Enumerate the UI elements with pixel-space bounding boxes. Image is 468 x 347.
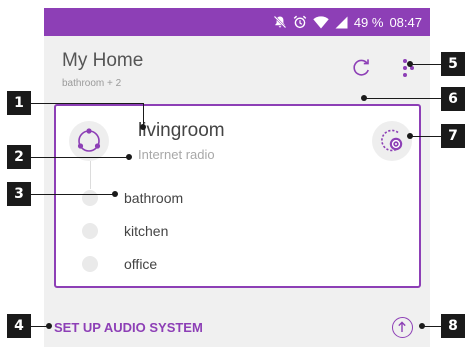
group-icon[interactable] xyxy=(69,121,109,161)
status-bar: 49 % 08:47 xyxy=(44,8,430,36)
callout-2: 2 xyxy=(7,145,31,169)
room-label: kitchen xyxy=(124,223,169,239)
refresh-icon[interactable] xyxy=(349,56,373,80)
notifications-off-icon xyxy=(273,15,287,29)
callout-8: 8 xyxy=(441,314,465,338)
room-dot xyxy=(82,223,98,239)
room-item[interactable]: office xyxy=(82,254,157,274)
callout-3-pin xyxy=(112,191,118,197)
page-title: My Home xyxy=(62,50,144,71)
room-dot xyxy=(82,256,98,272)
alarm-icon xyxy=(293,15,307,29)
source-select-icon[interactable] xyxy=(372,121,412,161)
callout-1-leader xyxy=(31,103,143,104)
cell-signal-icon xyxy=(335,16,348,28)
callout-6-pin xyxy=(361,95,367,101)
callout-7-leader xyxy=(410,136,441,137)
callout-5-leader xyxy=(410,64,441,65)
phone-screen: 49 % 08:47 My Home bathroom + 2 livingro… xyxy=(44,8,430,347)
wifi-icon xyxy=(313,15,329,28)
callout-2-pin xyxy=(126,154,132,160)
callout-8-pin xyxy=(419,323,425,329)
callout-7: 7 xyxy=(441,124,465,148)
callout-4-pin xyxy=(46,323,52,329)
room-label: bathroom xyxy=(124,190,184,206)
arrow-up-glyph xyxy=(398,321,406,332)
annotated-screenshot: 49 % 08:47 My Home bathroom + 2 livingro… xyxy=(0,0,468,347)
group-glyph xyxy=(77,128,101,152)
callout-5: 5 xyxy=(441,52,465,76)
group-source: Internet radio xyxy=(138,147,215,162)
room-item[interactable]: bathroom xyxy=(82,188,183,208)
callout-3-leader xyxy=(31,194,115,195)
callout-4: 4 xyxy=(7,314,31,338)
battery-level: 49 % xyxy=(353,14,384,30)
group-room-name: livingroom xyxy=(138,120,225,141)
callout-5-pin xyxy=(407,61,413,67)
callout-3: 3 xyxy=(7,182,31,206)
callout-2-leader xyxy=(31,157,129,158)
rooms-connector xyxy=(90,161,91,189)
room-label: office xyxy=(124,256,158,272)
group-card[interactable]: livingroom Internet radio bathroom kitch… xyxy=(54,104,421,288)
arrow-up-icon[interactable] xyxy=(392,317,413,338)
clock: 08:47 xyxy=(389,14,422,30)
source-glyph xyxy=(381,129,403,152)
more-vert-icon[interactable] xyxy=(401,56,417,80)
callout-6-leader xyxy=(364,98,441,99)
callout-7-pin xyxy=(407,133,413,139)
callout-1-pin xyxy=(140,124,146,130)
room-dot xyxy=(82,190,98,206)
page-subtitle: bathroom + 2 xyxy=(62,78,122,89)
callout-6: 6 xyxy=(441,87,465,111)
callout-1: 1 xyxy=(7,91,31,115)
room-item[interactable]: kitchen xyxy=(82,221,168,241)
setup-audio-system-button[interactable]: SET UP AUDIO SYSTEM xyxy=(54,320,203,335)
